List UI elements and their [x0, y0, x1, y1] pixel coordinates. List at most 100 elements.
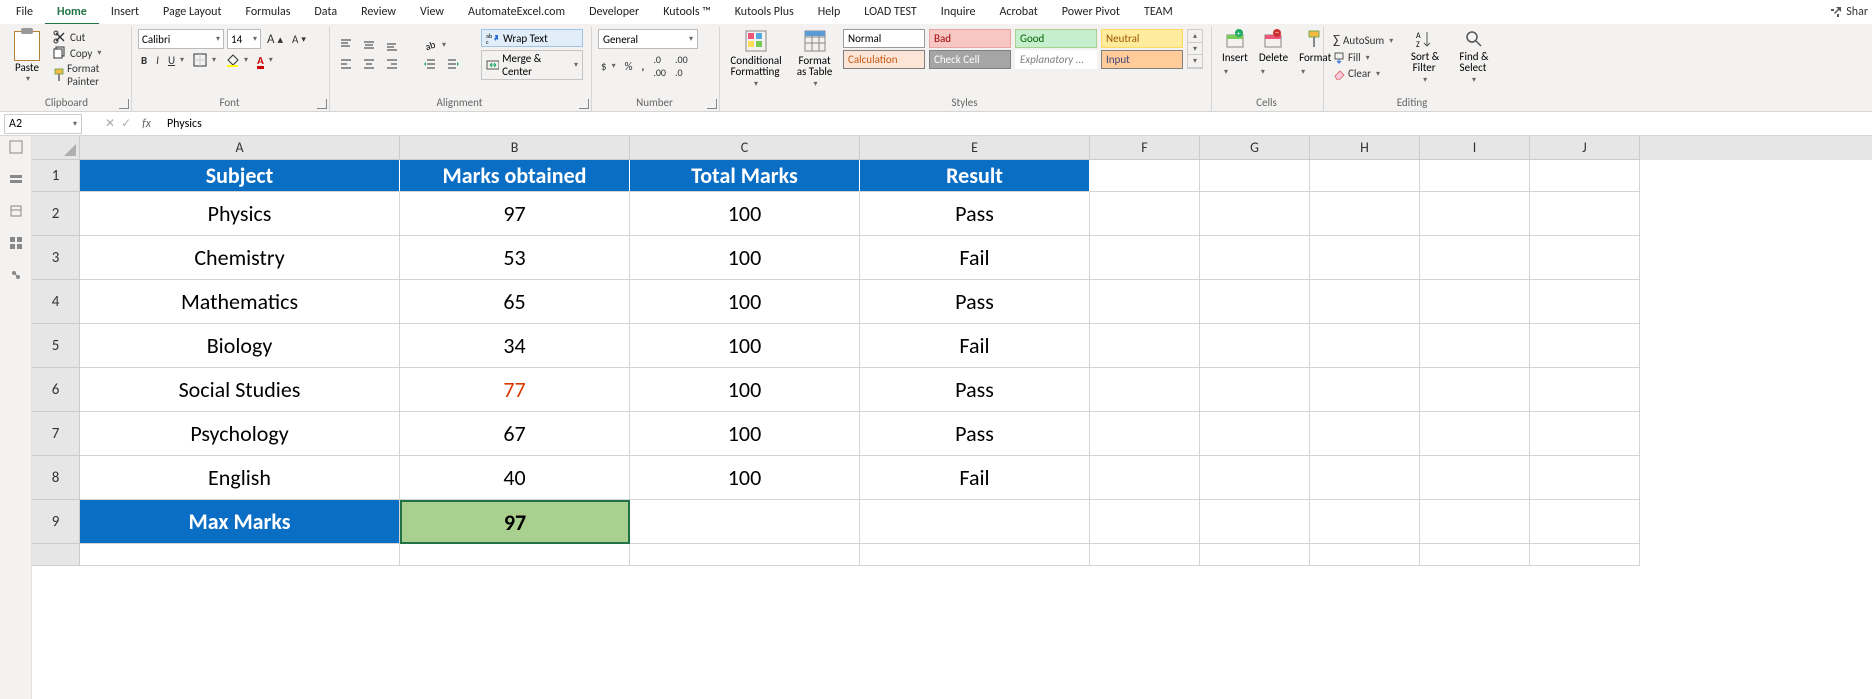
- cell[interactable]: [1090, 412, 1200, 456]
- cell[interactable]: [1530, 412, 1640, 456]
- cell[interactable]: [1310, 192, 1420, 236]
- cell[interactable]: [1420, 160, 1530, 192]
- cell[interactable]: Chemistry: [80, 236, 400, 280]
- menu-tab-team[interactable]: TEAM: [1132, 1, 1185, 23]
- cell[interactable]: [1420, 456, 1530, 500]
- font-size-select[interactable]: 14▾: [227, 29, 261, 49]
- dialog-launcher[interactable]: [707, 99, 717, 109]
- cell[interactable]: [1200, 192, 1310, 236]
- cell[interactable]: [1530, 236, 1640, 280]
- copy-button[interactable]: Copy▾: [50, 45, 123, 61]
- cell[interactable]: [1530, 456, 1640, 500]
- menu-tab-load-test[interactable]: LOAD TEST: [852, 1, 929, 23]
- select-all-corner[interactable]: [32, 136, 80, 160]
- dialog-launcher[interactable]: [579, 99, 589, 109]
- cell[interactable]: [1530, 280, 1640, 324]
- cell-style-bad[interactable]: Bad: [929, 29, 1011, 48]
- fill-button[interactable]: Fill▾: [1330, 50, 1396, 65]
- borders-button[interactable]: ▾: [190, 52, 219, 68]
- cell[interactable]: [1530, 544, 1640, 566]
- insert-button[interactable]: + Insert▾: [1218, 29, 1252, 77]
- menu-tab-file[interactable]: File: [4, 1, 45, 23]
- cell[interactable]: [1200, 412, 1310, 456]
- wrap-text-button[interactable]: abc Wrap Text: [481, 29, 583, 47]
- dialog-launcher[interactable]: [317, 99, 327, 109]
- cell[interactable]: Psychology: [80, 412, 400, 456]
- dialog-launcher[interactable]: [119, 99, 129, 109]
- col-head-J[interactable]: J: [1530, 136, 1640, 160]
- cell[interactable]: 40: [400, 456, 630, 500]
- increase-indent-button[interactable]: [443, 56, 463, 72]
- cell[interactable]: 100: [630, 236, 860, 280]
- cell[interactable]: [1310, 368, 1420, 412]
- decrease-indent-button[interactable]: [420, 56, 440, 72]
- menu-tab-view[interactable]: View: [408, 1, 456, 23]
- menu-tab-data[interactable]: Data: [302, 1, 349, 23]
- align-left-button[interactable]: [336, 56, 356, 72]
- cell[interactable]: 67: [400, 412, 630, 456]
- merge-center-button[interactable]: Merge & Center▾: [481, 50, 583, 80]
- cell[interactable]: [1200, 456, 1310, 500]
- cell[interactable]: [1420, 192, 1530, 236]
- cell[interactable]: [1310, 500, 1420, 544]
- cell[interactable]: [1420, 368, 1530, 412]
- cell[interactable]: 53: [400, 236, 630, 280]
- cell[interactable]: Social Studies: [80, 368, 400, 412]
- italic-button[interactable]: I: [153, 53, 162, 68]
- cell[interactable]: [1310, 324, 1420, 368]
- cell[interactable]: Result: [860, 160, 1090, 192]
- cell[interactable]: [1420, 412, 1530, 456]
- cell[interactable]: [1420, 324, 1530, 368]
- column-headers[interactable]: ABCEFGHIJ: [80, 136, 1872, 160]
- col-head-I[interactable]: I: [1420, 136, 1530, 160]
- col-head-C[interactable]: C: [630, 136, 860, 160]
- decrease-decimal-button[interactable]: .00.0: [672, 52, 691, 80]
- cell[interactable]: [1200, 324, 1310, 368]
- cell[interactable]: [1200, 236, 1310, 280]
- font-color-button[interactable]: A▾: [254, 53, 276, 68]
- cell[interactable]: English: [80, 456, 400, 500]
- cell[interactable]: Biology: [80, 324, 400, 368]
- col-head-F[interactable]: F: [1090, 136, 1200, 160]
- comma-format-button[interactable]: ,: [638, 59, 647, 74]
- align-bottom-button[interactable]: [382, 37, 402, 53]
- find-select-button[interactable]: Find & Select ▾: [1454, 29, 1494, 84]
- cell[interactable]: [1200, 500, 1310, 544]
- col-head-E[interactable]: E: [860, 136, 1090, 160]
- cell[interactable]: [1200, 368, 1310, 412]
- fx-icon[interactable]: fx: [134, 117, 159, 131]
- col-head-A[interactable]: A: [80, 136, 400, 160]
- cell[interactable]: 77: [400, 368, 630, 412]
- cell[interactable]: [1530, 500, 1640, 544]
- cell[interactable]: Fail: [860, 324, 1090, 368]
- cell[interactable]: 97: [400, 500, 630, 544]
- cell[interactable]: [1530, 160, 1640, 192]
- increase-font-button[interactable]: A▴: [264, 31, 286, 48]
- sidebar-icon[interactable]: [9, 268, 23, 282]
- row-head-1[interactable]: 1: [32, 160, 80, 192]
- cell[interactable]: [1200, 544, 1310, 566]
- menu-tab-help[interactable]: Help: [806, 1, 853, 23]
- cell[interactable]: 34: [400, 324, 630, 368]
- cell[interactable]: [1530, 192, 1640, 236]
- sidebar-icon[interactable]: [9, 236, 23, 250]
- cell[interactable]: [860, 500, 1090, 544]
- sort-filter-button[interactable]: AZ Sort & Filter ▾: [1406, 29, 1444, 84]
- cell[interactable]: [400, 544, 630, 566]
- delete-button[interactable]: − Delete▾: [1255, 29, 1292, 77]
- menu-tab-kutools-plus[interactable]: Kutools Plus: [723, 1, 806, 23]
- row-headers[interactable]: 123456789: [32, 160, 80, 566]
- number-format-select[interactable]: General▾: [598, 29, 698, 49]
- cell[interactable]: [1420, 236, 1530, 280]
- cell[interactable]: [1200, 280, 1310, 324]
- cell[interactable]: [1310, 160, 1420, 192]
- format-as-table-button[interactable]: Format as Table ▾: [792, 29, 837, 88]
- cell[interactable]: Fail: [860, 456, 1090, 500]
- clear-button[interactable]: Clear▾: [1330, 66, 1396, 81]
- accounting-format-button[interactable]: $▾: [598, 59, 619, 74]
- align-right-button[interactable]: [382, 56, 402, 72]
- cell-styles-gallery[interactable]: NormalBadGoodNeutralCalculationCheck Cel…: [843, 29, 1203, 69]
- formula-input[interactable]: Physics: [159, 117, 1872, 131]
- row-head-2[interactable]: 2: [32, 192, 80, 236]
- cell[interactable]: [1530, 324, 1640, 368]
